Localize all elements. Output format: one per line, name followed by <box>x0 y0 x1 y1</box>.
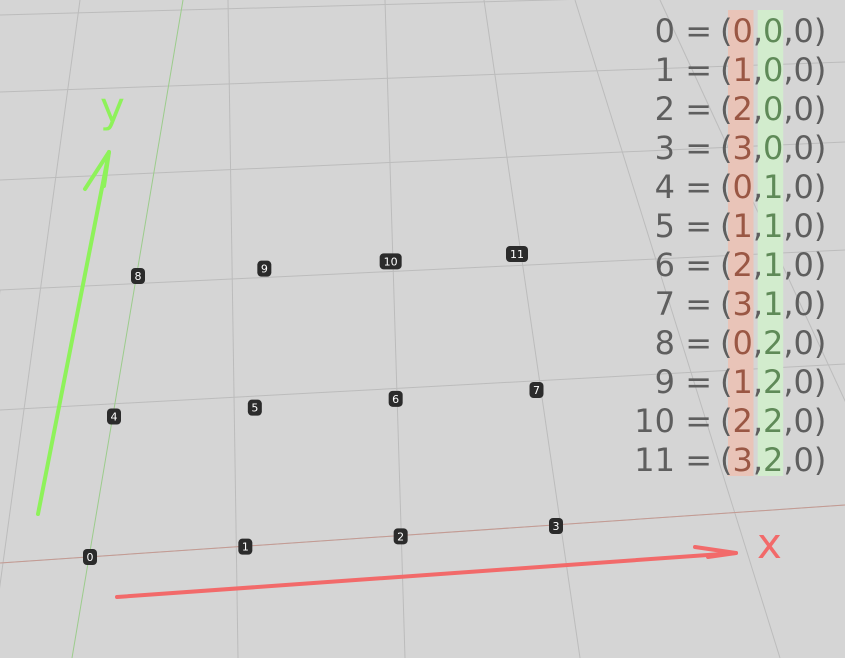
row-coordinates: (0,1,0) <box>720 168 826 206</box>
row-coordinates: (1,0,0) <box>720 51 826 89</box>
scene-canvas: x y 0 1 2 3 4 5 6 7 8 9 10 11 0 = (0,0,0)1 = (1,0,0)2 … <box>0 0 845 658</box>
row-coordinates: (2,1,0) <box>720 246 826 284</box>
table-row-6: 6 = (2,1,0) <box>655 246 827 284</box>
table-row-2: 2 = (2,0,0) <box>655 90 827 128</box>
point-badge-8: 8 <box>131 268 145 284</box>
point-badge-2: 2 <box>393 528 408 545</box>
y-arrow-head <box>83 150 111 191</box>
row-index-equals: 4 = <box>655 168 712 206</box>
scene-viewport: x y 0 1 2 3 4 5 6 7 8 9 10 11 0 = (0,0,0) 1 = (1,0,0) 2 … <box>0 0 845 658</box>
row-index-equals: 3 = <box>655 129 712 167</box>
y-arrow-shaft <box>36 150 111 516</box>
point-badge-3: 3 <box>549 518 563 534</box>
point-badge-label: 0 <box>87 551 94 564</box>
point-badge-1: 1 <box>238 538 253 555</box>
point-badge-label: 7 <box>533 384 540 397</box>
grid-line <box>483 0 581 658</box>
point-badge-label: 9 <box>261 263 268 276</box>
table-row-7: 7 = (3,1,0) <box>655 285 827 323</box>
table-row-0: 0 = (0,0,0) <box>655 12 827 50</box>
point-badge-4: 4 <box>107 408 121 425</box>
row-index-equals: 8 = <box>655 324 712 362</box>
point-badge-7: 7 <box>529 382 544 398</box>
table-row-3: 3 = (3,0,0) <box>655 129 827 167</box>
x-axis-label: x <box>757 519 782 568</box>
row-coordinates: (1,2,0) <box>720 363 826 401</box>
point-badge-label: 8 <box>135 270 142 283</box>
point-badge-label: 4 <box>111 411 118 424</box>
row-coordinates: (3,0,0) <box>720 129 826 167</box>
grid-line <box>0 249 845 291</box>
row-coordinates: (2,0,0) <box>720 90 826 128</box>
point-badge-label: 1 <box>242 541 249 554</box>
table-row-9: 9 = (1,2,0) <box>655 363 827 401</box>
row-coordinates: (3,1,0) <box>720 285 826 323</box>
table-row-10: 10 = (2,2,0) <box>634 402 826 440</box>
grid-line <box>0 0 81 589</box>
row-coordinates: (0,2,0) <box>720 324 826 362</box>
point-badge-label: 3 <box>553 520 560 533</box>
table-row-5: 5 = (1,1,0) <box>655 207 827 245</box>
row-index-equals: 6 = <box>655 246 712 284</box>
point-badge-label: 10 <box>384 255 398 268</box>
point-badge-10: 10 <box>379 253 402 270</box>
background-grid <box>0 0 845 658</box>
point-badge-label: 2 <box>397 530 404 543</box>
row-coordinates: (1,1,0) <box>720 207 826 245</box>
x-axis-arrow <box>115 545 738 599</box>
point-badge-0: 0 <box>83 549 97 565</box>
table-row-4: 4 = (0,1,0) <box>655 168 827 206</box>
y-axis-label: y <box>100 83 125 132</box>
point-badge-label: 11 <box>510 248 524 261</box>
grid-line <box>0 61 845 93</box>
grid-line <box>227 0 239 658</box>
grid-line <box>0 363 845 411</box>
row-index-equals: 2 = <box>655 90 712 128</box>
table-row-1: 1 = (1,0,0) <box>655 51 827 89</box>
point-badge-11: 11 <box>506 246 528 262</box>
point-badge-6: 6 <box>388 390 403 407</box>
point-badge-label: 5 <box>251 402 258 415</box>
row-coordinates: (3,2,0) <box>720 441 826 479</box>
row-index-equals: 5 = <box>655 207 712 245</box>
coordinate-table: 0 = (0,0,0)1 = (1,0,0)2 = (2,0,0)3 = (3,0,0)… <box>634 10 826 479</box>
grid-points: 0 1 2 3 4 5 6 7 8 9 10 11 <box>83 246 563 565</box>
row-index-equals: 1 = <box>655 51 712 89</box>
row-coordinates: (0,0,0) <box>720 12 826 50</box>
table-row-11: 11 = (3,2,0) <box>634 441 826 479</box>
point-badge-5: 5 <box>247 399 262 416</box>
grid-line <box>0 0 570 16</box>
row-index-equals: 10 = <box>634 402 712 440</box>
point-badge-9: 9 <box>257 260 272 277</box>
row-coordinates: (2,2,0) <box>720 402 826 440</box>
point-badge-label: 6 <box>392 393 399 406</box>
row-index-equals: 0 = <box>655 12 712 50</box>
grid-line <box>384 0 406 658</box>
row-index-equals: 7 = <box>655 285 712 323</box>
table-row-8: 8 = (0,2,0) <box>655 324 827 362</box>
row-index-equals: 11 = <box>634 441 712 479</box>
row-index-equals: 9 = <box>655 363 712 401</box>
x-arrow-shaft <box>115 551 738 599</box>
y-axis-arrow <box>36 150 111 516</box>
grid-line <box>0 141 845 181</box>
